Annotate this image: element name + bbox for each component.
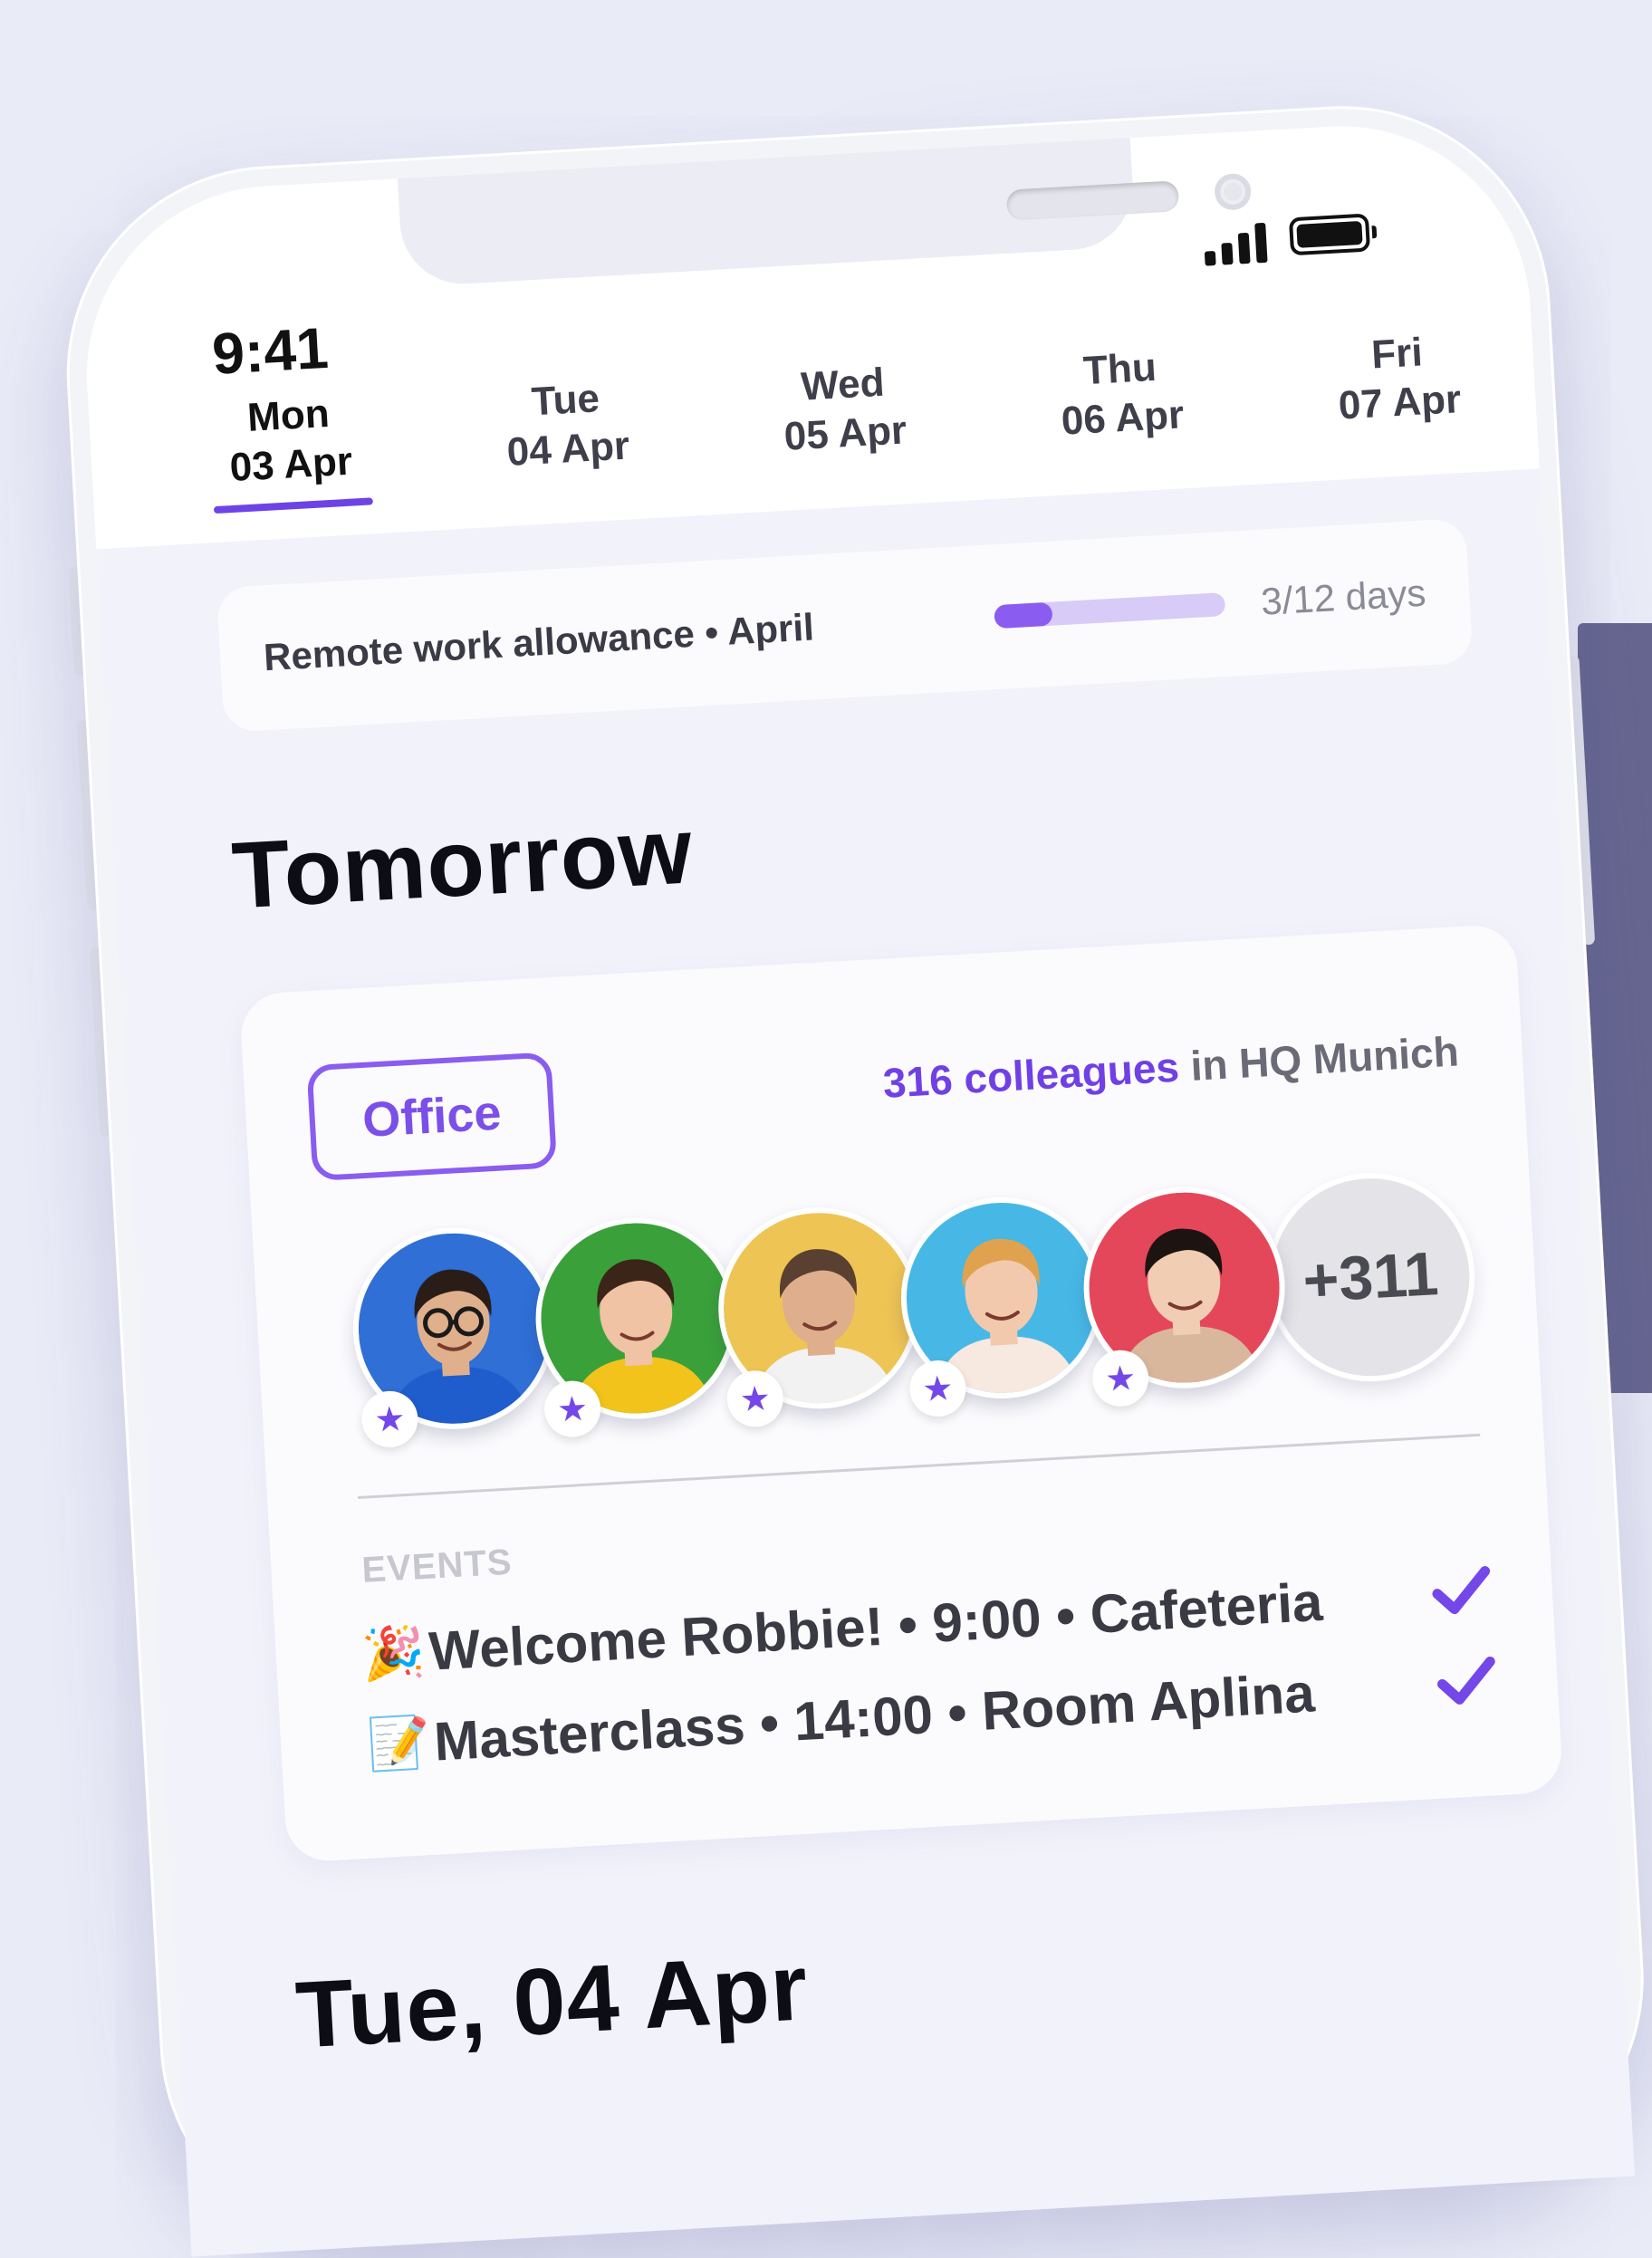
phone-frame: 9:41 Mon 03 Apr Tue 04 Apr Wed 05 Apr <box>55 95 1652 2258</box>
more-colleagues-badge[interactable]: +311 <box>1261 1167 1480 1387</box>
events-heading: EVENTS <box>360 1542 513 1591</box>
status-time: 9:41 <box>210 314 330 388</box>
section-title-next-day: Tue, 04 Apr <box>293 1934 812 2070</box>
allowance-days-text: 3/12 days <box>1260 572 1427 624</box>
memo-icon: 📝 <box>366 1712 437 1775</box>
day-tab-tue[interactable]: Tue 04 Apr <box>465 372 668 477</box>
allowance-label: Remote work allowance • April <box>263 595 995 679</box>
party-popper-icon: 🎉 <box>360 1621 431 1685</box>
signal-icon <box>1203 221 1267 266</box>
divider <box>358 1434 1480 1499</box>
day-tab-thu[interactable]: Thu 06 Apr <box>1019 341 1223 447</box>
section-title-tomorrow: Tomorrow <box>229 797 696 930</box>
phone-mockup: 9:41 Mon 03 Apr Tue 04 Apr Wed 05 Apr <box>55 94 1652 2258</box>
checkmark-icon[interactable] <box>1429 1653 1504 1714</box>
allowance-progress-bar <box>994 592 1225 629</box>
office-badge[interactable]: Office <box>306 1052 557 1181</box>
battery-icon <box>1289 213 1370 255</box>
day-tab-fri[interactable]: Fri 07 Apr <box>1296 326 1500 431</box>
remote-allowance-card[interactable]: Remote work allowance • April 3/12 days <box>216 518 1474 733</box>
colleagues-summary[interactable]: 316 colleagues in HQ Munich <box>881 1026 1460 1107</box>
colleague-avatars[interactable]: +311 ★ ★ ★ ★ <box>348 1168 1535 1451</box>
day-tab-mon[interactable]: Mon 03 Apr <box>187 388 391 493</box>
phone-screen: 9:41 Mon 03 Apr Tue 04 Apr Wed 05 Apr <box>76 116 1635 2257</box>
checkmark-icon[interactable] <box>1424 1562 1499 1623</box>
day-tab-wed[interactable]: Wed 05 Apr <box>742 357 946 462</box>
colleagues-count: 316 colleagues <box>882 1043 1181 1107</box>
office-day-card[interactable]: Office 316 colleagues in HQ Munich +311 … <box>239 924 1563 1863</box>
colleagues-location: in HQ Munich <box>1177 1027 1460 1090</box>
allowance-progress-fill <box>994 602 1052 629</box>
